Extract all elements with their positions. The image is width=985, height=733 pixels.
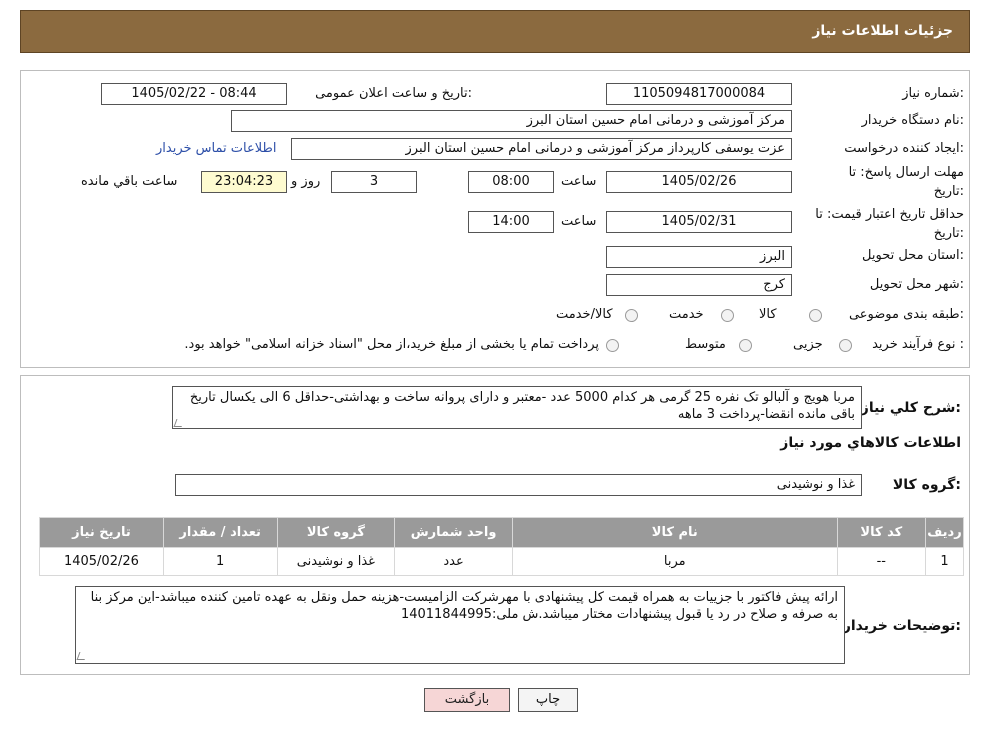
col-quantity: تعداد / مقدار [162, 517, 278, 548]
buyer-org-field: مرکز آموزشی و درمانی امام حسین استان الب… [231, 110, 792, 132]
reply-date-field: 1405/02/26 [606, 171, 792, 193]
creator-field: عزت یوسفی کارپرداز مرکز آموزشی و درمانی … [291, 138, 792, 160]
city-field: کرج [606, 274, 792, 296]
reply-deadline-label-2: تاریخ: [933, 184, 964, 199]
cell-row: 1 [924, 547, 965, 576]
validity-date-field: 1405/02/31 [606, 211, 792, 233]
process-option-minor: جزیی [793, 337, 823, 352]
goods-group-label: گروه کالا: [892, 477, 961, 493]
validity-time-label: ساعت [561, 214, 597, 229]
general-desc-label: شرح کلي نياز: [860, 400, 961, 416]
process-option-medium: متوسط [685, 337, 726, 352]
cell-unit: عدد [394, 547, 513, 576]
page-title: جزئیات اطلاعات نیاز [812, 23, 953, 39]
days-count-field: 3 [331, 171, 417, 193]
goods-table-header: رديف کد کالا نام کالا واحد شمارش گروه کا… [39, 517, 965, 548]
validity-time-field: 14:00 [468, 211, 554, 233]
goods-group-field: غذا و نوشیدنی [175, 474, 862, 496]
need-info-panel: شماره نیاز: 1105094817000084 تاریخ و ساع… [20, 70, 970, 368]
goods-table: رديف کد کالا نام کالا واحد شمارش گروه کا… [39, 517, 965, 576]
reply-time-field: 08:00 [468, 171, 554, 193]
price-validity-label-2: تاریخ: [933, 226, 964, 241]
city-label: شهر محل تحویل: [869, 277, 964, 292]
need-number-label: شماره نیاز: [902, 86, 964, 101]
process-radio-treasury-note[interactable] [606, 339, 619, 352]
process-note: پرداخت تمام یا بخشی از مبلغ خرید،از محل … [184, 337, 599, 352]
col-row: رديف [924, 517, 965, 548]
cell-quantity: 1 [162, 547, 278, 576]
back-button[interactable]: بازگشت [424, 688, 510, 712]
category-label: طبقه بندی موضوعی: [848, 307, 964, 322]
category-option-service: خدمت [669, 307, 704, 322]
category-option-goods-service: کالا/خدمت [556, 307, 613, 322]
reply-time-label: ساعت [561, 174, 597, 189]
buyer-org-label: نام دستگاه خریدار: [861, 113, 964, 128]
general-desc-textarea[interactable]: مربا هویج و آلبالو تک نفره 25 گرمی هر کد… [172, 386, 862, 429]
table-row: 1 -- مربا عدد غذا و نوشیدنی 1 1405/02/26 [39, 547, 965, 576]
buyer-notes-textarea[interactable]: ارائه پیش فاکتور با جزییات به همراه قیمت… [75, 586, 845, 664]
category-radio-goods[interactable] [809, 309, 822, 322]
col-unit: واحد شمارش [394, 517, 513, 548]
announce-datetime-field: 1405/02/22 - 08:44 [101, 83, 287, 105]
cell-name: مربا [511, 547, 838, 576]
days-label: روز و [291, 174, 321, 189]
remaining-time-field: 23:04:23 [201, 171, 287, 193]
col-name: نام کالا [511, 517, 838, 548]
category-option-goods: کالا [759, 307, 777, 322]
goods-info-title: اطلاعات کالاهاي مورد نياز [780, 435, 961, 451]
buyer-notes-label: توضیحات خریدار: [842, 618, 961, 634]
province-field: البرز [606, 246, 792, 268]
col-group: گروه کالا [276, 517, 396, 548]
need-number-field: 1105094817000084 [606, 83, 792, 105]
page-header: جزئیات اطلاعات نیاز [20, 10, 970, 53]
remaining-time-label: ساعت باقي مانده [81, 174, 178, 189]
reply-deadline-label: مهلت ارسال پاسخ: تا [848, 165, 964, 180]
process-radio-minor[interactable] [839, 339, 852, 352]
col-need-date: تاریخ نیاز [39, 517, 164, 548]
process-type-label: نوع فرآیند خرید : [872, 337, 964, 352]
buyer-contact-link[interactable]: اطلاعات تماس خریدار [156, 141, 276, 156]
category-radio-service[interactable] [721, 309, 734, 322]
creator-label: ایجاد کننده درخواست: [844, 141, 964, 156]
cell-group: غذا و نوشیدنی [276, 547, 396, 576]
print-button[interactable]: چاپ [518, 688, 578, 712]
price-validity-label: حداقل تاریخ اعتبار قیمت: تا [815, 207, 964, 222]
announce-datetime-label: تاریخ و ساعت اعلان عمومی: [315, 86, 472, 101]
category-radio-goods-service[interactable] [625, 309, 638, 322]
cell-need-date: 1405/02/26 [39, 547, 164, 576]
cell-code: -- [836, 547, 926, 576]
province-label: استان محل تحویل: [862, 248, 964, 263]
goods-summary-panel: شرح کلي نياز: مربا هویج و آلبالو تک نفره… [20, 375, 970, 675]
process-radio-medium[interactable] [739, 339, 752, 352]
col-code: کد کالا [836, 517, 926, 548]
